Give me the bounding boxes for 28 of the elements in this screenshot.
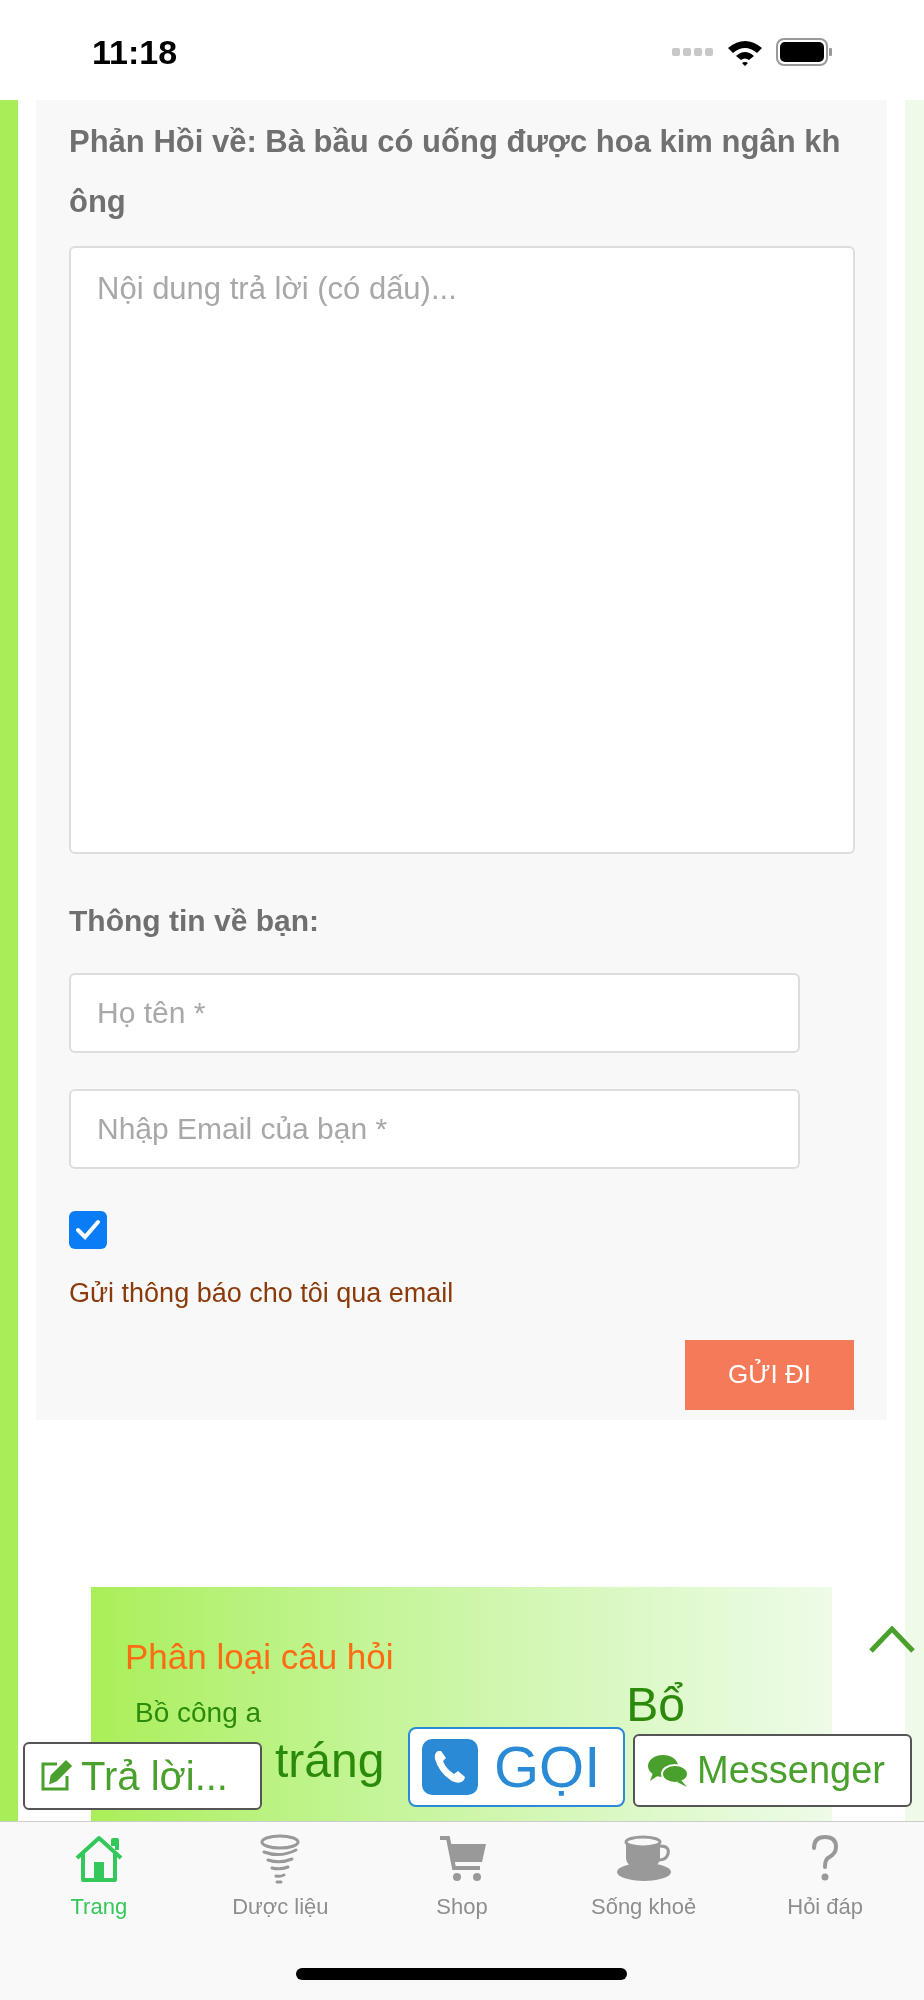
check-icon bbox=[75, 1219, 101, 1241]
scroll-up-icon[interactable] bbox=[868, 1623, 916, 1655]
signal-icon bbox=[672, 47, 714, 57]
reply-heading: Phản Hồi về: Bà bầu có uống được hoa kim ngân không bbox=[69, 123, 842, 221]
tab-bar-item[interactable]: Sống khoẻ bbox=[552, 1832, 735, 1932]
category-link[interactable]: Bổ bbox=[626, 1676, 685, 1733]
tab-bar-item[interactable]: Dược liệu bbox=[189, 1832, 372, 1932]
tab-bar-item[interactable]: Shop bbox=[371, 1832, 553, 1932]
chat-icon bbox=[647, 1752, 689, 1789]
category-link[interactable]: tráng bbox=[275, 1732, 385, 1789]
messenger-button[interactable]: Messenger bbox=[633, 1734, 912, 1807]
tab-bar-item[interactable]: Trang bbox=[8, 1832, 190, 1932]
call-button[interactable]: GỌI bbox=[408, 1727, 625, 1807]
email-field[interactable]: Nhập Email của bạn * bbox=[69, 1089, 800, 1169]
battery-icon bbox=[776, 38, 832, 66]
reply-button[interactable]: Trả lời... bbox=[23, 1742, 262, 1810]
status-time: 11:18 bbox=[92, 31, 178, 73]
about-label: Thông tin về bạn: bbox=[69, 903, 320, 939]
notify-label: Gửi thông báo cho tôi qua email bbox=[69, 1277, 455, 1310]
name-field[interactable]: Họ tên * bbox=[69, 973, 800, 1053]
category-link[interactable]: Bồ công a bbox=[135, 1692, 262, 1733]
wifi-icon bbox=[726, 38, 764, 66]
notify-checkbox[interactable] bbox=[69, 1211, 107, 1249]
categories-title: Phân loại câu hỏi bbox=[125, 1636, 395, 1677]
phone-icon bbox=[422, 1739, 478, 1795]
submit-button[interactable]: GỬI ĐI bbox=[685, 1339, 854, 1410]
tab-bar-item[interactable]: Hỏi đáp bbox=[734, 1832, 916, 1932]
message-field[interactable]: Nội dung trả lời (có dấu)... bbox=[69, 246, 855, 854]
